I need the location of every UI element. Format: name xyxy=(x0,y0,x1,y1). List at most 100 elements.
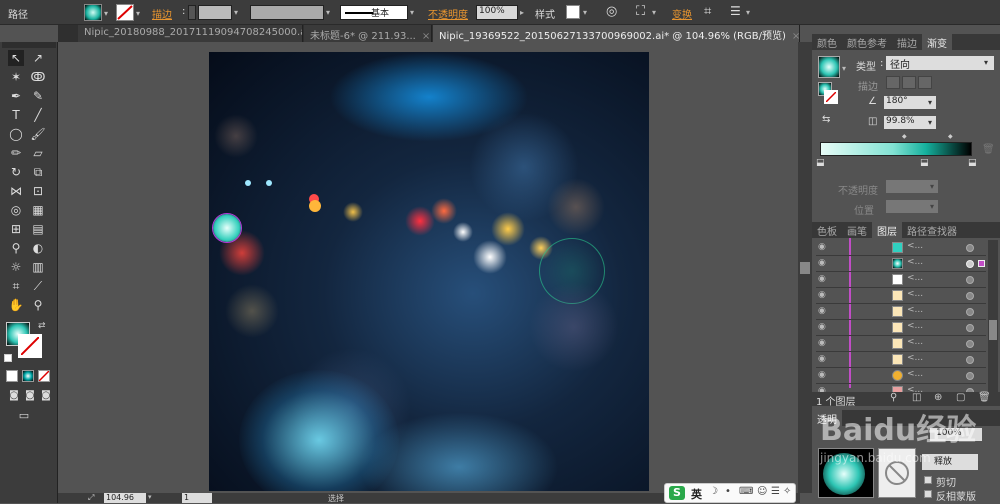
layer-row[interactable]: ◉ <... xyxy=(816,352,986,368)
stroke-weight-field[interactable] xyxy=(198,5,232,20)
chevron-right-icon[interactable]: ▸ xyxy=(520,8,524,17)
visibility-eye-icon[interactable]: ◉ xyxy=(818,306,826,316)
default-colors-icon[interactable] xyxy=(4,354,12,362)
artboard-nav-icon[interactable]: ⤢ xyxy=(88,493,94,503)
magic-wand-tool-icon[interactable]: ✶ xyxy=(8,69,24,85)
target-icon[interactable] xyxy=(966,292,974,300)
close-icon[interactable]: × xyxy=(422,31,430,42)
reverse-gradient-icon[interactable]: ⇆ xyxy=(822,114,830,125)
line-tool-icon[interactable]: ╱ xyxy=(30,107,46,123)
layer-row[interactable]: ◉ <... xyxy=(816,336,986,352)
draw-normal-icon[interactable]: ◙ xyxy=(6,388,22,404)
delete-stop-icon[interactable]: 🗑 xyxy=(982,144,995,155)
stroke-color-swatch[interactable] xyxy=(18,334,42,358)
selection-indicator[interactable] xyxy=(978,260,985,267)
paintbrush-tool-icon[interactable]: 🖌 xyxy=(30,126,46,142)
visibility-eye-icon[interactable]: ◉ xyxy=(818,258,826,268)
chevron-down-icon[interactable]: ▾ xyxy=(984,58,988,67)
chevron-down-icon[interactable]: ▾ xyxy=(104,9,108,18)
layer-row[interactable]: ◉ <... xyxy=(816,304,986,320)
hand-tool-icon[interactable]: ✋ xyxy=(8,297,24,313)
tab-swatches[interactable]: 色板 xyxy=(812,222,842,239)
gradient-stop-icon[interactable]: ⬓ xyxy=(920,158,929,168)
ellipse-tool-icon[interactable]: ◯ xyxy=(8,126,24,142)
target-icon[interactable] xyxy=(966,276,974,284)
chevron-down-icon[interactable]: ▾ xyxy=(148,493,152,501)
target-icon[interactable] xyxy=(966,340,974,348)
visibility-eye-icon[interactable]: ◉ xyxy=(818,370,826,380)
midpoint-diamond-icon[interactable]: ◆ xyxy=(902,133,907,140)
artboard-image[interactable] xyxy=(209,52,649,491)
target-icon[interactable] xyxy=(966,372,974,380)
clip-checkbox[interactable] xyxy=(924,476,932,484)
target-icon[interactable] xyxy=(966,324,974,332)
artboard-tool-icon[interactable]: ⌗ xyxy=(8,278,24,294)
stroke-label[interactable]: 描边 xyxy=(152,6,172,21)
none-mode-icon[interactable] xyxy=(38,370,50,382)
invert-mask-checkbox[interactable] xyxy=(924,490,932,498)
midpoint-diamond-icon[interactable]: ◆ xyxy=(948,133,953,140)
opacity-label[interactable]: 不透明度 xyxy=(428,6,468,21)
swap-colors-icon[interactable]: ⇄ xyxy=(38,321,46,331)
make-clipping-mask-icon[interactable]: ◫ xyxy=(912,392,921,403)
scroll-thumb[interactable] xyxy=(989,320,997,340)
target-icon[interactable] xyxy=(966,356,974,364)
chevron-down-icon[interactable]: ▾ xyxy=(842,64,846,73)
visibility-eye-icon[interactable]: ◉ xyxy=(818,242,826,252)
column-graph-tool-icon[interactable]: ▥ xyxy=(30,259,46,275)
gradient-mode-icon[interactable] xyxy=(22,370,34,382)
menu-icon[interactable]: ☰ xyxy=(730,4,741,18)
delete-layer-icon[interactable]: 🗑 xyxy=(978,392,991,403)
chevron-down-icon[interactable]: ▾ xyxy=(930,182,934,191)
tab-document-3[interactable]: Nipic_19369522_20150627133700969002.ai* … xyxy=(433,25,800,42)
selection-tool-icon[interactable]: ↖ xyxy=(8,50,24,66)
eraser-tool-icon[interactable]: ▱ xyxy=(30,145,46,161)
layer-row[interactable]: ◉ <... xyxy=(816,256,986,272)
tab-gradient[interactable]: 渐变 xyxy=(922,34,952,51)
panel-grip[interactable] xyxy=(2,42,56,48)
symbol-sprayer-tool-icon[interactable]: ☼ xyxy=(8,259,24,275)
sogou-logo-icon[interactable]: S xyxy=(669,486,685,500)
target-icon[interactable] xyxy=(966,260,974,268)
opacity-field[interactable]: 100% xyxy=(476,5,518,20)
close-icon[interactable]: × xyxy=(792,31,799,42)
tab-brushes[interactable]: 画笔 xyxy=(842,222,872,239)
gradient-slider[interactable] xyxy=(820,142,972,156)
zoom-field[interactable]: 104.96 xyxy=(104,493,146,503)
layer-row[interactable]: ◉ <... xyxy=(816,272,986,288)
tab-layers[interactable]: 图层 xyxy=(872,222,902,239)
align-icon[interactable]: ⛶ xyxy=(636,4,645,19)
chevron-down-icon[interactable]: ▾ xyxy=(410,8,414,17)
stroke-swatch[interactable] xyxy=(116,4,134,21)
gradient-preview[interactable] xyxy=(818,56,840,78)
menu-icon[interactable]: ☰ xyxy=(771,486,780,497)
type-tool-icon[interactable]: T xyxy=(8,107,24,123)
visibility-eye-icon[interactable]: ◉ xyxy=(818,322,826,332)
punctuation-icon[interactable]: • xyxy=(725,486,731,497)
chevron-down-icon[interactable]: ▾ xyxy=(746,8,750,17)
new-sublayer-icon[interactable]: ⊕ xyxy=(934,392,942,403)
chevron-down-icon[interactable]: ▾ xyxy=(928,98,932,107)
skin-icon[interactable]: ☺ xyxy=(757,486,767,497)
tab-document-1[interactable]: Nipic_20180988_20171119094708245000.ai*× xyxy=(78,25,303,42)
blend-tool-icon[interactable]: ◐ xyxy=(30,240,46,256)
chevron-down-icon[interactable]: ▾ xyxy=(583,8,587,17)
stroke-stepper[interactable] xyxy=(188,5,196,20)
mesh-tool-icon[interactable]: ⊞ xyxy=(8,221,24,237)
new-layer-icon[interactable]: ▢ xyxy=(956,392,965,403)
curvature-tool-icon[interactable]: ✎ xyxy=(30,88,46,104)
pencil-tool-icon[interactable]: ✏ xyxy=(8,145,24,161)
input-mode-label[interactable]: 英 xyxy=(691,486,702,502)
stroke-within-icon[interactable] xyxy=(886,76,900,89)
keyboard-icon[interactable]: ⌨ xyxy=(739,486,753,497)
variable-width-profile[interactable] xyxy=(250,5,324,20)
tab-stroke[interactable]: 描边 xyxy=(892,34,922,51)
layer-row[interactable]: ◉ <... xyxy=(816,240,986,256)
tab-color[interactable]: 颜色 xyxy=(812,34,842,51)
target-icon[interactable] xyxy=(966,244,974,252)
chevron-down-icon[interactable]: ▾ xyxy=(930,202,934,211)
locate-object-icon[interactable]: ⚲ xyxy=(890,392,897,403)
chevron-down-icon[interactable]: ▾ xyxy=(136,9,140,18)
free-transform-tool-icon[interactable]: ⊡ xyxy=(30,183,46,199)
fill-swatch[interactable] xyxy=(84,4,102,21)
